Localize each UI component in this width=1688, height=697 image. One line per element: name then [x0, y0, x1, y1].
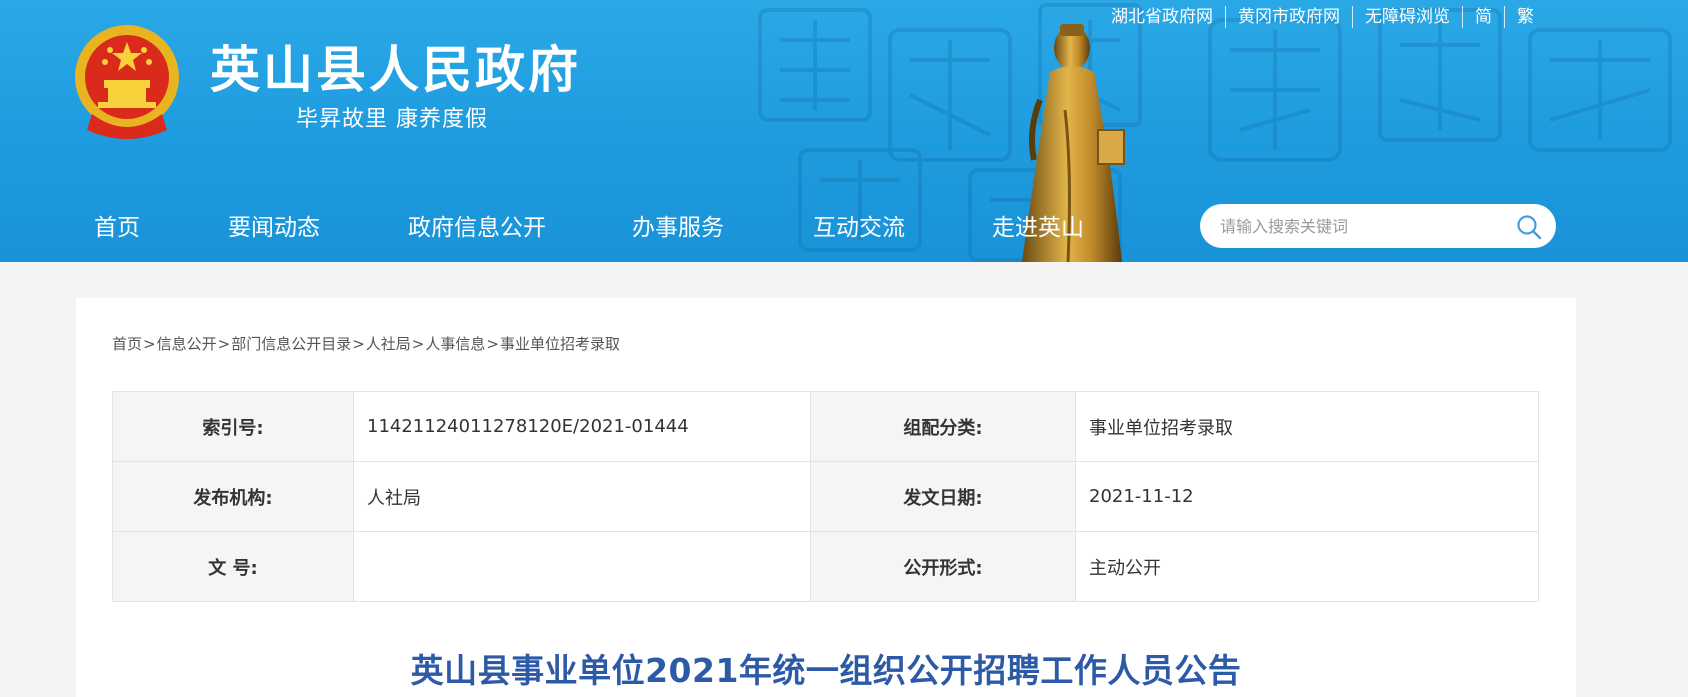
breadcrumb-separator: > [217, 335, 231, 353]
hubei-gov-link[interactable]: 湖北省政府网 [1099, 6, 1225, 28]
publisher-label: 发布机构: [112, 461, 354, 532]
breadcrumb-separator: > [486, 335, 499, 353]
breadcrumb-personnel-info[interactable]: 人事信息 [425, 335, 485, 353]
index-number-label: 索引号: [112, 391, 354, 462]
table-row: 发布机构: 人社局 发文日期: 2021-11-12 [112, 461, 1539, 532]
index-number-value: 11421124011278120E/2021-01444 [353, 391, 811, 462]
huanggang-gov-link[interactable]: 黄冈市政府网 [1225, 6, 1352, 28]
breadcrumb: 首页>信息公开>部门信息公开目录>人社局>人事信息>事业单位招考录取 [112, 334, 620, 354]
disclosure-form-value: 主动公开 [1075, 531, 1539, 602]
top-links: 湖北省政府网 黄冈市政府网 无障碍浏览 简 繁 [1099, 6, 1546, 28]
nav-item-about-yingshan[interactable]: 走进英山 [992, 212, 1084, 244]
publisher-value: 人社局 [353, 461, 811, 532]
site-title: 英山县人民政府 [210, 41, 581, 99]
breadcrumb-separator: > [352, 335, 365, 353]
accessibility-link[interactable]: 无障碍浏览 [1352, 6, 1462, 28]
document-info-table: 索引号: 11421124011278120E/2021-01444 组配分类:… [112, 391, 1539, 602]
article-title: 英山县事业单位2021年统一组织公开招聘工作人员公告 [410, 651, 1242, 690]
content-panel: 首页>信息公开>部门信息公开目录>人社局>人事信息>事业单位招考录取 索引号: … [76, 298, 1576, 697]
search-icon[interactable] [1516, 214, 1542, 240]
breadcrumb-hr-bureau[interactable]: 人社局 [366, 335, 411, 353]
simplified-chinese-link[interactable]: 简 [1462, 6, 1504, 28]
breadcrumb-recruitment[interactable]: 事业单位招考录取 [500, 335, 620, 353]
category-label: 组配分类: [810, 391, 1076, 462]
breadcrumb-info-disclosure[interactable]: 信息公开 [157, 335, 217, 353]
breadcrumb-separator: > [143, 335, 156, 353]
nav-item-gov-info[interactable]: 政府信息公开 [408, 212, 546, 244]
nav-item-interaction[interactable]: 互动交流 [813, 212, 905, 244]
category-value: 事业单位招考录取 [1075, 391, 1539, 462]
table-row: 索引号: 11421124011278120E/2021-01444 组配分类:… [112, 391, 1539, 462]
disclosure-form-label: 公开形式: [810, 531, 1076, 602]
breadcrumb-home[interactable]: 首页 [112, 335, 142, 353]
nav-item-news[interactable]: 要闻动态 [228, 212, 320, 244]
issue-date-value: 2021-11-12 [1075, 461, 1539, 532]
search-input[interactable] [1220, 204, 1510, 248]
site-slogan: 毕昇故里 康养度假 [296, 107, 488, 132]
search-box [1200, 204, 1556, 248]
breadcrumb-separator: > [411, 335, 425, 353]
document-number-label: 文 号: [112, 531, 354, 602]
site-header: 湖北省政府网 黄冈市政府网 无障碍浏览 简 繁 英山县人民政府 毕昇故里 康养度… [0, 0, 1688, 262]
breadcrumb-dept-catalog[interactable]: 部门信息公开目录 [231, 335, 351, 353]
traditional-chinese-link[interactable]: 繁 [1504, 6, 1546, 28]
issue-date-label: 发文日期: [810, 461, 1076, 532]
main-nav: 首页 要闻动态 政府信息公开 办事服务 互动交流 走进英山 [0, 212, 1130, 246]
nav-item-services[interactable]: 办事服务 [632, 212, 724, 244]
national-emblem-icon[interactable] [72, 22, 182, 140]
nav-item-home[interactable]: 首页 [94, 212, 140, 244]
table-row: 文 号: 公开形式: 主动公开 [112, 531, 1539, 602]
document-number-value [353, 531, 811, 602]
